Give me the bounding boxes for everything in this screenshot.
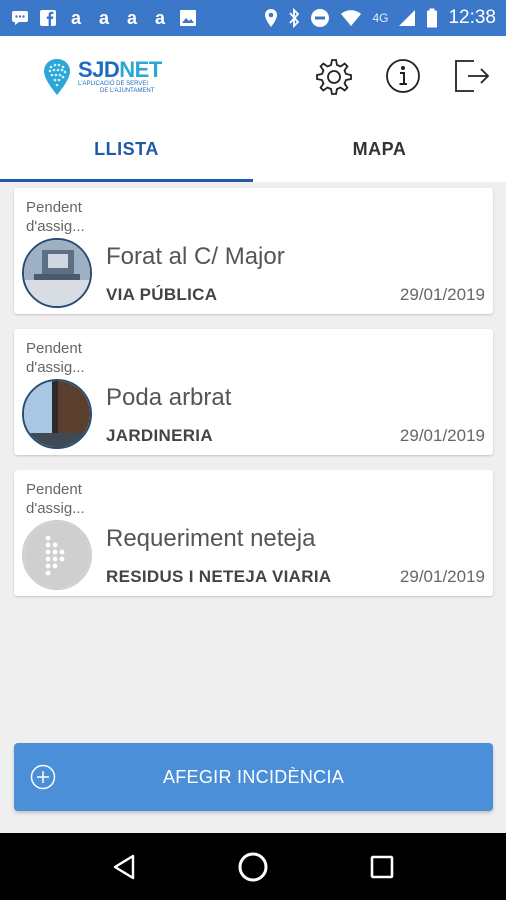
signal-icon [399,10,416,26]
incident-status: Pendent d'assig... [26,481,85,517]
home-icon [238,852,268,881]
placeholder-photo-icon [22,520,92,590]
location-icon [265,9,278,27]
incident-card[interactable]: Pendent d'assig... Forat al C/ Major VIA… [14,188,493,314]
back-button[interactable] [104,847,144,887]
tab-llista[interactable]: LLISTA [0,116,253,182]
logo-title-main: SJD [78,57,120,82]
incident-date: 29/01/2019 [399,567,485,586]
incident-photo [22,379,92,449]
incident-title: Forat al C/ Major [106,243,285,270]
logo-title-accent: NET [119,57,162,82]
battery-icon [427,8,438,28]
a-icon: a [70,7,81,28]
incident-status: Pendent d'assig... [26,199,85,235]
message-icon [10,8,30,28]
logo-subtitle-line2: DE L'AJUNTAMENT [100,88,155,94]
notification-icons: a a a a [10,8,198,28]
incident-card[interactable]: Pendent d'assig... Poda arbrat JARDINERI… [14,329,493,455]
logout-icon [455,60,490,92]
home-button[interactable] [233,847,273,887]
add-incident-label: AFEGIR INCIDÈNCIA [162,766,345,787]
logout-button[interactable] [452,56,492,96]
app-logo: SJDNET L'APLICACIÓ DE SERVEI DE L'AJUNTA… [42,54,182,100]
incident-category: JARDINERIA [106,426,213,445]
incident-list: Pendent d'assig... Forat al C/ Major VIA… [14,188,493,611]
info-icon [386,59,420,93]
settings-icon [316,59,352,95]
image-icon [178,8,198,28]
system-icons: 4G 12:38 [264,7,496,29]
clock: 12:38 [448,7,496,28]
plus-circle-icon [30,764,56,790]
tab-mapa[interactable]: MAPA [253,116,506,182]
incident-date: 29/01/2019 [399,285,485,304]
a-icon: a [126,7,137,28]
recents-icon [370,855,393,878]
view-tabs: LLISTA MAPA [0,116,506,182]
bluetooth-icon [289,8,300,28]
system-nav-bar [0,833,506,900]
status-bar: a a a a 4G 12:38 [0,0,506,36]
incident-status: Pendent d'assig... [26,340,85,376]
facebook-icon [38,8,58,28]
logo-pin-icon [44,59,70,95]
a-icon: a [98,7,109,28]
logo-subtitle-line1: L'APLICACIÓ DE SERVEI [78,81,149,87]
a-icon: a [154,7,165,28]
incident-photo [22,238,92,308]
incident-title: Requeriment neteja [106,525,316,552]
add-incident-button[interactable]: AFEGIR INCIDÈNCIA [14,743,493,811]
incident-card[interactable]: Pendent d'assig... Requeriment neteja RE… [14,470,493,596]
incident-category: RESIDUS I NETEJA VIARIA [106,567,332,586]
settings-button[interactable] [314,56,354,96]
info-button[interactable] [383,56,423,96]
dnd-icon [311,9,330,27]
recents-button[interactable] [362,847,402,887]
incident-title: Poda arbrat [106,384,232,411]
logo-title: SJDNET [78,59,162,81]
incident-category: VIA PÚBLICA [106,285,218,304]
wifi-icon [341,10,362,26]
app-header: SJDNET L'APLICACIÓ DE SERVEI DE L'AJUNTA… [0,36,506,116]
back-icon [114,854,135,879]
incident-date: 29/01/2019 [399,426,485,445]
network-type-label: 4G [372,11,389,25]
